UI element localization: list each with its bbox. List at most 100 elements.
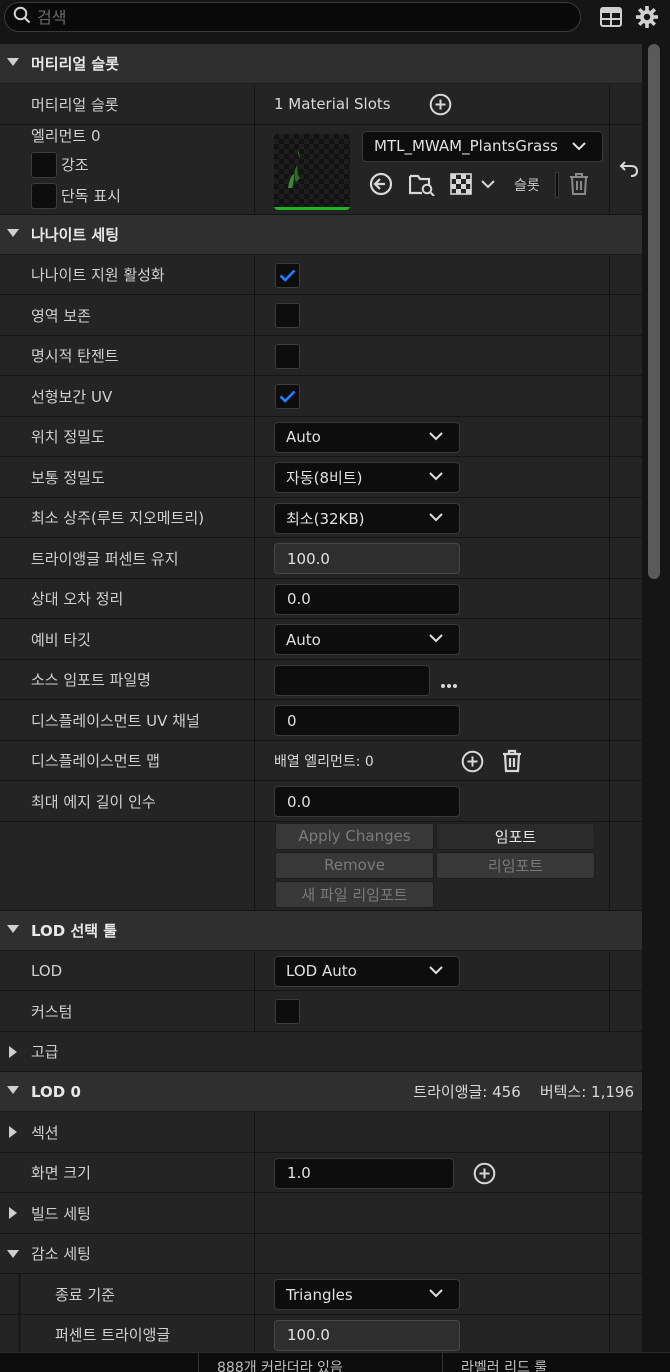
- status-item-1[interactable]: 888개 커라더라 있음: [198, 1353, 430, 1372]
- collapse-arrow-icon: [7, 228, 19, 237]
- slot-input[interactable]: [555, 171, 559, 198]
- row-sections[interactable]: 섹션: [0, 1112, 642, 1153]
- lod-dropdown[interactable]: LOD Auto: [274, 955, 460, 987]
- row-reduction-settings[interactable]: 감소 세팅: [0, 1233, 642, 1274]
- highlight-checkbox[interactable]: [31, 151, 57, 178]
- reset-to-default-icon[interactable]: [619, 160, 639, 182]
- row-keep-triangle-percent: 트라이앵글 퍼센트 유지 100.0: [0, 538, 642, 579]
- screen-size-input[interactable]: 1.0: [274, 1157, 454, 1189]
- normal-precision-label: 보통 정밀도: [31, 468, 105, 487]
- trim-relative-error-input[interactable]: 0.0: [274, 583, 460, 615]
- percent-triangles-label: 퍼센트 트라이앵글: [55, 1326, 171, 1344]
- screen-size-label: 화면 크기: [31, 1164, 91, 1182]
- isolate-checkbox[interactable]: [31, 182, 57, 209]
- use-selected-asset-icon[interactable]: [369, 172, 393, 200]
- section-header-material-slots[interactable]: 머티리얼 슬롯: [0, 44, 642, 84]
- expand-arrow-icon: [9, 1045, 17, 1058]
- min-residency-dropdown[interactable]: 최소(32KB): [274, 502, 460, 534]
- chevron-down-icon: [429, 965, 443, 974]
- reimport-button[interactable]: 리임포트: [436, 851, 595, 879]
- max-edge-length-factor-input[interactable]: 0.0: [274, 786, 460, 817]
- percent-triangles-input[interactable]: 100.0: [274, 1319, 460, 1351]
- trim-relative-error-label: 상대 오차 정리: [31, 590, 124, 608]
- row-min-residency: 최소 상주(루트 지오메트리) 최소(32KB): [0, 497, 642, 538]
- fallback-target-dropdown[interactable]: Auto: [274, 624, 460, 655]
- status-bar: 888개 커라더라 있음 라벨러 리드 룰: [0, 1352, 670, 1372]
- row-element-0: 엘리먼트 0 강조 단독 표시 MTL_MWAM_PlantsGrass 슬롯: [0, 124, 642, 215]
- dropdown-value: LOD Auto: [286, 962, 357, 980]
- row-material-slots: 머티리얼 슬롯 1 Material Slots: [0, 84, 642, 125]
- chevron-down-icon: [429, 472, 443, 481]
- displacement-uv-channel-input[interactable]: 0: [274, 705, 460, 736]
- position-precision-dropdown[interactable]: Auto: [274, 421, 460, 453]
- explicit-tangents-checkbox[interactable]: [275, 343, 300, 369]
- section-header-nanite[interactable]: 나나이트 세팅: [0, 214, 642, 255]
- preserve-area-checkbox[interactable]: [275, 303, 300, 328]
- material-thumbnail[interactable]: [274, 133, 350, 210]
- scrollbar-thumb[interactable]: [648, 44, 660, 579]
- row-displacement-uv-channel: 디스플레이스먼트 UV 채널 0: [0, 700, 642, 741]
- build-settings-label: 빌드 세팅: [31, 1204, 91, 1223]
- row-advanced[interactable]: 고급: [0, 1031, 642, 1072]
- add-element-button[interactable]: [461, 750, 484, 777]
- highlight-label: 강조: [61, 156, 89, 174]
- section-title: 나나이트 세팅: [31, 225, 120, 244]
- more-options-icon[interactable]: [440, 675, 458, 693]
- material-name: MTL_MWAM_PlantsGrass: [374, 137, 558, 155]
- search-input[interactable]: [37, 7, 557, 27]
- termination-dropdown[interactable]: Triangles: [274, 1279, 460, 1310]
- expand-arrow-icon: [9, 1207, 17, 1219]
- keep-triangle-percent-input[interactable]: 100.0: [274, 543, 460, 574]
- chevron-down-icon: [429, 634, 443, 643]
- collapse-arrow-icon: [7, 58, 19, 66]
- source-import-filename-label: 소스 임포트 파일명: [31, 671, 151, 689]
- enable-nanite-label: 나나이트 지원 활성화: [31, 266, 165, 284]
- trash-icon[interactable]: [501, 749, 523, 777]
- custom-label: 커스텀: [31, 1002, 73, 1021]
- row-lerp-uvs: 선형보간 UV: [0, 376, 642, 417]
- thumbnail-underline: [274, 206, 350, 210]
- status-item-2[interactable]: 라벨러 리드 룰: [442, 1353, 670, 1372]
- source-import-filename-input[interactable]: [274, 664, 430, 696]
- row-build-settings[interactable]: 빌드 세팅: [0, 1193, 642, 1234]
- material-asset-dropdown[interactable]: MTL_MWAM_PlantsGrass: [362, 130, 603, 162]
- normal-precision-dropdown[interactable]: 자동(8비트): [274, 462, 460, 493]
- remove-button[interactable]: Remove: [275, 851, 434, 879]
- top-bar: [0, 0, 670, 34]
- position-precision-label: 위치 정밀도: [31, 428, 105, 446]
- add-screen-size-button[interactable]: [473, 1162, 496, 1189]
- add-slot-button[interactable]: [429, 93, 452, 120]
- termination-label: 종료 기준: [55, 1285, 115, 1304]
- fallback-target-label: 예비 타깃: [31, 630, 91, 649]
- checker-icon[interactable]: [450, 172, 472, 199]
- displacement-maps-count: 배열 엘리먼트: 0: [274, 753, 374, 770]
- section-header-lod-picker[interactable]: LOD 선택 툴: [0, 910, 642, 951]
- row-screen-size: 화면 크기 1.0: [0, 1152, 642, 1193]
- row-normal-precision: 보통 정밀도 자동(8비트): [0, 457, 642, 498]
- new-file-reimport-button[interactable]: 새 파일 리임포트: [275, 880, 434, 908]
- table-icon[interactable]: [598, 4, 624, 30]
- preserve-area-label: 영역 보존: [31, 306, 91, 325]
- checkmark-icon: [279, 390, 296, 403]
- enable-nanite-checkbox[interactable]: [275, 262, 300, 288]
- advanced-label: 고급: [31, 1043, 59, 1061]
- keep-triangle-percent-label: 트라이앵글 퍼센트 유지: [31, 549, 179, 568]
- browse-asset-icon[interactable]: [408, 172, 435, 200]
- lerp-uvs-label: 선형보간 UV: [31, 387, 113, 406]
- apply-changes-button[interactable]: Apply Changes: [275, 822, 434, 850]
- gear-icon[interactable]: [634, 4, 660, 30]
- search-box[interactable]: [4, 2, 581, 32]
- chevron-down-icon: [429, 1289, 443, 1298]
- section-header-lod0[interactable]: LOD 0 트라이앵글: 456 버텍스: 1,196: [0, 1072, 642, 1112]
- custom-checkbox[interactable]: [275, 999, 300, 1024]
- chevron-down-icon[interactable]: [481, 179, 495, 189]
- isolate-label: 단독 표시: [61, 187, 121, 205]
- import-button[interactable]: 임포트: [436, 822, 595, 850]
- row-lod: LOD LOD Auto: [0, 950, 642, 991]
- dropdown-value: Auto: [286, 428, 321, 446]
- max-edge-length-factor-label: 최대 에지 길이 인수: [31, 792, 156, 811]
- chevron-down-icon: [429, 431, 443, 440]
- dropdown-value: Triangles: [286, 1285, 353, 1304]
- lerp-uvs-checkbox[interactable]: [275, 384, 300, 409]
- trash-icon[interactable]: [568, 172, 590, 200]
